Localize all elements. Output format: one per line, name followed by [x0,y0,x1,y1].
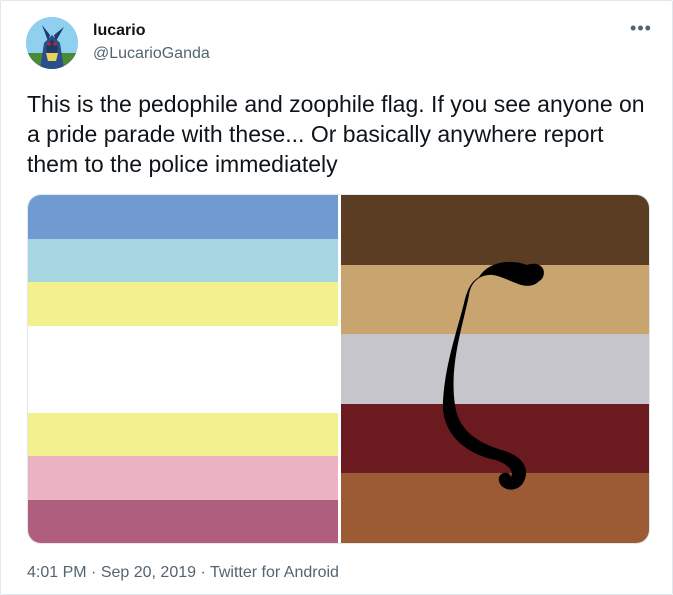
right-flag-image [341,195,649,543]
avatar[interactable] [26,17,78,69]
left-flag-stripe [28,369,338,413]
tweet-text: This is the pedophile and zoophile flag.… [27,91,645,177]
zeta-symbol [442,261,544,490]
left-flag-stripe [28,456,338,500]
left-flag-stripe [28,282,338,326]
user-handle[interactable]: @LucarioGanda [93,45,210,63]
tweet-metadata: 4:01 PM · Sep 20, 2019 · Twitter for And… [27,564,339,582]
tweet-media[interactable] [27,194,650,544]
meta-separator: · [200,564,206,581]
left-flag-stripe [28,499,338,543]
left-flag-stripe [28,195,338,239]
left-flag-image [28,195,338,543]
tweet-time[interactable]: 4:01 PM [27,564,87,581]
tweet-date[interactable]: Sep 20, 2019 [101,564,196,581]
display-name[interactable]: lucario [93,22,145,40]
tweet-source[interactable]: Twitter for Android [210,564,339,581]
meta-separator: · [91,564,97,581]
left-flag-stripe [28,412,338,456]
left-flag-stripe [28,238,338,282]
more-horizontal-icon[interactable]: ••• [627,14,655,42]
left-flag-stripe [28,325,338,369]
tweet-card: lucario @LucarioGanda ••• This is the pe… [0,0,673,595]
